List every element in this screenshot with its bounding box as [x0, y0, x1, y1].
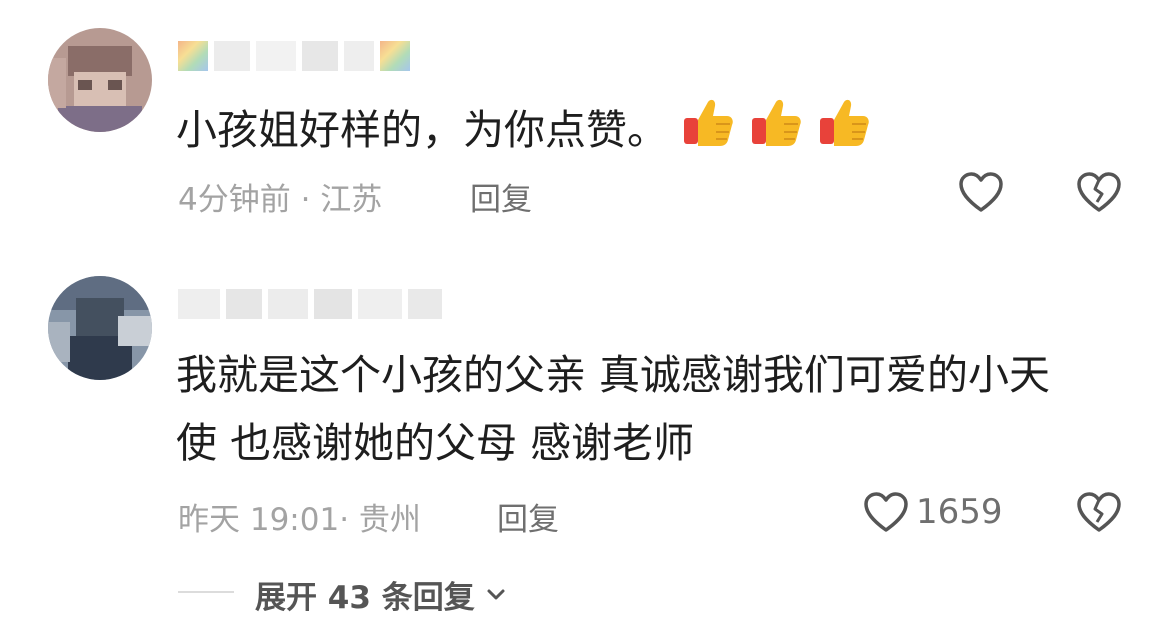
- comment-time: 4分钟前: [178, 182, 291, 218]
- broken-heart-icon: [1077, 492, 1121, 532]
- thumbs-up-icon: [748, 94, 804, 167]
- like-button[interactable]: [862, 490, 910, 538]
- thumbs-up-icon: [816, 94, 872, 167]
- comment-location: 贵州: [358, 502, 421, 538]
- thumbs-up-icon: [680, 94, 736, 167]
- reply-button[interactable]: 回复: [470, 174, 532, 219]
- comment-text-line: 我就是这个小孩的父亲 真诚感谢我们可爱的小天: [176, 351, 1051, 399]
- avatar[interactable]: [48, 276, 152, 380]
- comment-meta: 昨天 19:01· 贵州: [178, 494, 421, 539]
- broken-heart-icon: [1077, 172, 1121, 212]
- comment-time: 昨天 19:01: [178, 502, 340, 538]
- dislike-button[interactable]: [1075, 490, 1123, 538]
- heart-outline-icon: [959, 172, 1003, 212]
- expand-replies-button[interactable]: 展开 43 条回复: [255, 572, 509, 617]
- comment-meta: 4分钟前 · 江苏: [178, 174, 382, 219]
- meta-separator: ·: [290, 182, 321, 218]
- comment-text: 小孩姐好样的，为你点赞。: [176, 94, 872, 167]
- reply-button[interactable]: 回复: [497, 494, 559, 539]
- chevron-down-icon: [487, 589, 505, 599]
- heart-outline-icon: [864, 492, 908, 532]
- comment-location: 江苏: [320, 182, 383, 218]
- dislike-button[interactable]: [1075, 170, 1123, 218]
- meta-separator: ·: [339, 502, 359, 538]
- like-count: 1659: [916, 492, 1003, 532]
- username-blurred[interactable]: [178, 36, 410, 76]
- comment-text-line: 使 也感谢她的父母 感谢老师: [176, 419, 695, 467]
- avatar[interactable]: [48, 28, 152, 132]
- expand-replies-label: 展开 43 条回复: [255, 580, 475, 616]
- username-blurred[interactable]: [178, 284, 442, 324]
- divider: [178, 591, 234, 593]
- like-button[interactable]: [957, 170, 1005, 218]
